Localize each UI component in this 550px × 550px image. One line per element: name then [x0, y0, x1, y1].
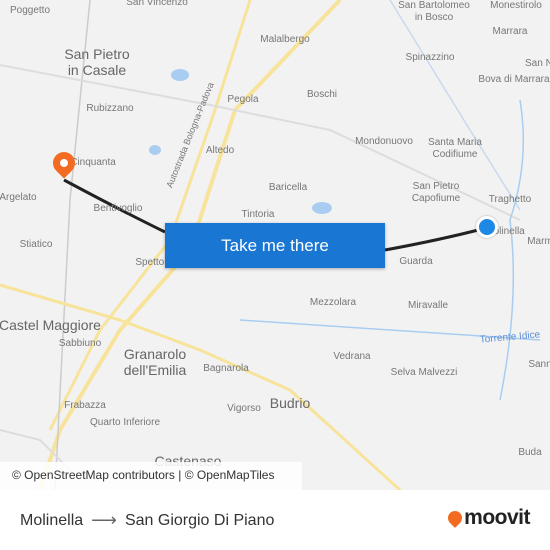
map-place-label: Quarto Inferiore	[89, 417, 161, 428]
map-place-label: Malalbergo	[260, 34, 310, 45]
map-place-label: Selva Malvezzi	[390, 367, 458, 378]
map-place-label: Guarda	[399, 256, 433, 267]
map-place-label: Sann	[528, 359, 550, 370]
map-place-label: Bova di Marrara	[478, 74, 550, 85]
map-place-label: Stiatico	[19, 239, 53, 250]
map-place-label: Cinquanta	[70, 157, 116, 168]
moovit-logo[interactable]: moovit	[445, 506, 530, 530]
map-place-label: Baricella	[268, 182, 308, 193]
map-place-label: Bagnarola	[203, 363, 249, 374]
map-place-label: Buda	[518, 447, 542, 458]
map-place-label: Marm	[527, 236, 550, 247]
map-place-label: Tintoria	[241, 209, 275, 220]
route-summary: Molinella ⟶ San Giorgio Di Piano	[20, 510, 274, 531]
map-place-label: Altedo	[205, 145, 235, 156]
map-place-label: Spinazzino	[405, 52, 455, 63]
map-place-label: San Pietro Capofiume	[411, 181, 461, 204]
map-place-label: Miravalle	[407, 300, 449, 311]
map-place-label: Boschi	[306, 89, 338, 100]
map-place-label: Vedrana	[333, 351, 371, 362]
map-place-label: San Bartolomeo in Bosco	[398, 0, 470, 23]
map-place-label: Poggetto	[9, 5, 51, 16]
map-place-label: Marrara	[492, 26, 528, 37]
map[interactable]: Poggetto San Vincenzo San Bartolomeo in Bo…	[0, 0, 550, 490]
map-place-label: Bentivoglio	[93, 203, 143, 214]
map-attribution[interactable]: © OpenStreetMap contributors | © OpenMap…	[0, 462, 302, 490]
origin-name: Molinella	[20, 511, 84, 529]
map-place-label: Castel Maggiore	[0, 317, 101, 333]
map-place-label: Granarolo dell'Emilia	[123, 346, 187, 378]
map-place-label: Traghetto	[488, 194, 532, 205]
map-place-label: San Ni	[524, 58, 550, 69]
map-place-label: San Vincenzo	[126, 0, 188, 8]
map-place-label: Budrio	[269, 395, 311, 411]
moovit-pin-icon	[445, 508, 466, 528]
map-place-label: Argelato	[0, 192, 37, 203]
map-place-label: Frabazza	[64, 400, 106, 411]
map-place-label: Vigorso	[227, 403, 261, 414]
map-place-label: Spettoli	[135, 257, 169, 268]
take-me-there-button[interactable]: Take me there	[165, 223, 385, 268]
map-place-label: Rubizzano	[86, 103, 134, 114]
arrow-right-icon: ⟶	[91, 510, 117, 530]
map-place-label: Mondonuovo	[355, 136, 413, 147]
map-place-label: San Pietro in Casale	[64, 46, 130, 78]
map-place-label: Mezzolara	[309, 297, 357, 308]
destination-name: San Giorgio Di Piano	[124, 511, 275, 529]
origin-dot-icon	[476, 216, 498, 238]
footer: Molinella ⟶ San Giorgio Di Piano moovit	[0, 490, 550, 550]
map-place-label: Sabbiuno	[58, 338, 102, 349]
map-place-label: Santa Maria Codifiume	[428, 137, 482, 160]
map-place-label: Pegola	[227, 94, 259, 105]
map-place-label: Monestirolo	[490, 0, 542, 11]
route-line	[384, 226, 487, 252]
